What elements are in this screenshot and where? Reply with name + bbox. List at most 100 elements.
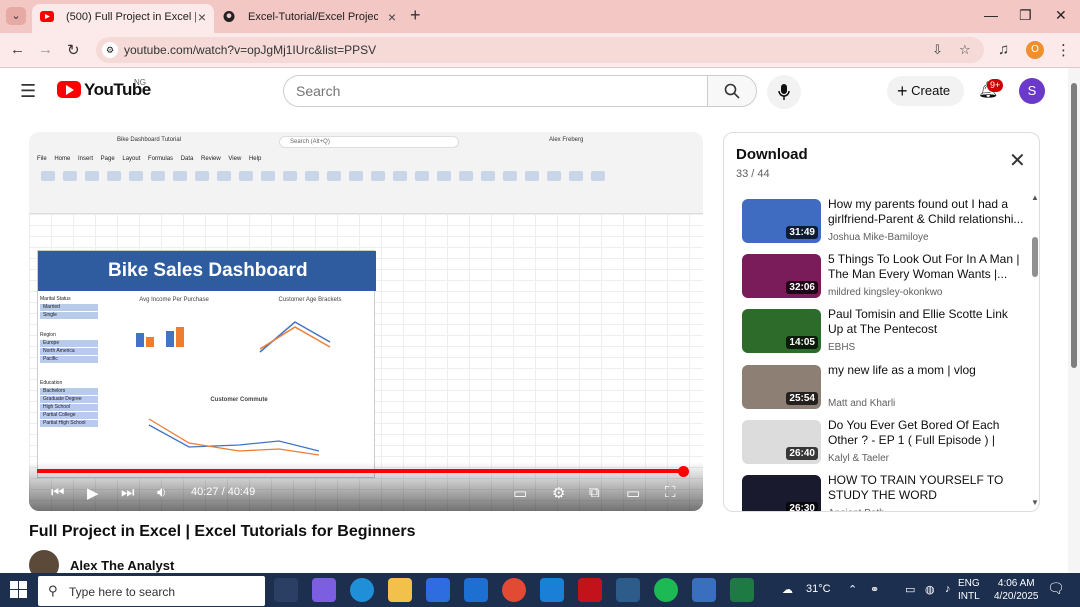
video-thumbnail[interactable]: 32:06: [742, 254, 821, 298]
playlist-item[interactable]: 14:05 Paul Tomisin and Ellie Scotte Link …: [742, 307, 1024, 359]
close-window-icon[interactable]: ✕: [1055, 7, 1067, 24]
clock-date: 4/20/2025: [994, 591, 1039, 602]
previous-icon[interactable]: ⏮︎: [51, 484, 65, 501]
playlist-item-channel[interactable]: Joshua Mike-Bamiloye: [828, 232, 929, 243]
playlist-scrollbar[interactable]: ▲ ▼: [1031, 193, 1039, 508]
netflix-icon[interactable]: [578, 578, 602, 602]
playlist-item-title[interactable]: HOW TO TRAIN YOURSELF TO STUDY THE WORD …: [828, 473, 1024, 503]
create-button[interactable]: + Create: [887, 76, 964, 106]
channel-name[interactable]: Alex The Analyst: [70, 558, 174, 573]
playlist-title[interactable]: Download: [736, 146, 808, 163]
speaker-icon[interactable]: ♪: [945, 583, 951, 595]
close-tab-icon[interactable]: ×: [198, 4, 206, 30]
video-thumbnail[interactable]: 26:30: [742, 475, 821, 511]
playlist-item-channel[interactable]: mildred kingsley-okonkwo: [828, 287, 943, 298]
settings-gear-icon[interactable]: ⚙: [552, 484, 565, 502]
menu-icon[interactable]: ☰: [20, 81, 36, 102]
playlist-item-title[interactable]: 5 Things To Look Out For In A Man | The …: [828, 252, 1024, 282]
edge-icon[interactable]: [350, 578, 374, 602]
playlist-item[interactable]: 25:54 my new life as a mom | vlog Matt and…: [742, 363, 1024, 415]
volume-icon[interactable]: 🔉︎: [157, 484, 166, 501]
url-field[interactable]: ⚙ youtube.com/watch?v=opJgMj1IUrc&list=P…: [96, 37, 984, 63]
task-view-icon[interactable]: [274, 578, 298, 602]
battery-icon[interactable]: ▭: [905, 583, 915, 596]
video-thumbnail[interactable]: 25:54: [742, 365, 821, 409]
globe-icon[interactable]: ◍: [925, 583, 935, 596]
playlist-item-channel[interactable]: Matt and Kharli: [828, 398, 895, 409]
search-icon: ⚲: [48, 583, 58, 598]
video-thumbnail[interactable]: 26:40: [742, 420, 821, 464]
miniplayer-icon[interactable]: ⧉: [589, 484, 600, 501]
subtitles-icon[interactable]: ▭: [513, 484, 527, 502]
browser-menu-icon[interactable]: ⋮: [1056, 41, 1071, 59]
file-explorer-icon[interactable]: [388, 578, 412, 602]
account-avatar[interactable]: S: [1019, 78, 1045, 104]
outlook-icon[interactable]: [464, 578, 488, 602]
playlist-item-title[interactable]: Do You Ever Get Bored Of Each Other ? - …: [828, 418, 1024, 448]
chrome-icon[interactable]: [502, 578, 526, 602]
clock[interactable]: 4:06 AM 4/20/2025: [994, 577, 1039, 603]
tab-github[interactable]: Excel-Tutorial/Excel Project Dataset ×: [214, 4, 404, 33]
search-button[interactable]: [707, 75, 757, 107]
search-input[interactable]: [296, 76, 676, 106]
video-player[interactable]: Bike Dashboard Tutorial Search (Alt+Q) A…: [29, 132, 703, 511]
maximize-icon[interactable]: ❐: [1019, 7, 1032, 24]
bookmark-star-icon[interactable]: ☆: [959, 42, 971, 58]
play-icon[interactable]: ▶: [87, 484, 99, 502]
show-hidden-icons[interactable]: ⌃: [848, 583, 857, 596]
video-thumbnail[interactable]: 31:49: [742, 199, 821, 243]
region-code: NG: [134, 78, 146, 87]
site-info-icon[interactable]: ⚙: [102, 42, 118, 58]
page-scrollbar[interactable]: [1068, 68, 1080, 573]
video-thumbnail[interactable]: 14:05: [742, 309, 821, 353]
media-player-icon[interactable]: [692, 578, 716, 602]
store-icon[interactable]: [426, 578, 450, 602]
browser-tab-bar: ⌄ (500) Full Project in Excel | Excel Tu…: [0, 0, 1080, 33]
playlist-item[interactable]: 26:30 HOW TO TRAIN YOURSELF TO STUDY THE …: [742, 473, 1024, 511]
clock-time: 4:06 AM: [997, 578, 1035, 589]
fullscreen-icon[interactable]: ⛶: [665, 484, 676, 501]
excel-icon[interactable]: [730, 578, 754, 602]
new-tab-icon[interactable]: +: [410, 5, 421, 26]
age-brackets-chart: Customer Age Brackets: [248, 297, 372, 377]
taskbar-search[interactable]: ⚲ Type here to search: [38, 576, 265, 606]
search-box: [283, 75, 708, 107]
close-tab-icon[interactable]: ×: [388, 4, 396, 30]
install-app-icon[interactable]: ⇩: [932, 42, 943, 58]
tab-title: Excel-Tutorial/Excel Project Dataset: [248, 11, 378, 23]
avg-income-chart: Avg Income Per Purchase: [106, 297, 242, 377]
browser-profile-avatar[interactable]: O: [1026, 41, 1044, 59]
youtube-logo[interactable]: YouTube NG: [57, 78, 157, 103]
progress-bar[interactable]: [37, 469, 684, 473]
spotify-icon[interactable]: [654, 578, 678, 602]
playlist-item-title[interactable]: How my parents found out I had a girlfri…: [828, 197, 1024, 227]
copilot-icon[interactable]: [312, 578, 336, 602]
weather-icon[interactable]: ☁: [782, 583, 793, 596]
forward-icon[interactable]: →: [38, 41, 53, 58]
language-indicator[interactable]: ENG INTL: [958, 577, 980, 603]
notification-center-icon[interactable]: 🗨︎: [1047, 580, 1065, 597]
windows-start-icon[interactable]: [10, 581, 27, 598]
mail-icon[interactable]: [540, 578, 564, 602]
tab-search-button[interactable]: ⌄: [6, 7, 26, 25]
game-app-icon[interactable]: [616, 578, 640, 602]
network-icon[interactable]: ⚭: [870, 583, 879, 596]
playlist-item-channel[interactable]: Ancient Path: [828, 508, 885, 511]
playlist-item[interactable]: 31:49 How my parents found out I had a gi…: [742, 197, 1024, 249]
voice-search-button[interactable]: [767, 75, 801, 109]
weather-temp[interactable]: 31°C: [806, 583, 831, 595]
next-icon[interactable]: ⏭︎: [121, 484, 135, 501]
playlist-item-channel[interactable]: Kalyl & Taeler: [828, 453, 889, 464]
playlist-item[interactable]: 26:40 Do You Ever Get Bored Of Each Other…: [742, 418, 1024, 470]
close-playlist-icon[interactable]: ✕: [1009, 151, 1026, 171]
media-control-icon[interactable]: ♫: [998, 41, 1009, 58]
theater-mode-icon[interactable]: ▭: [626, 484, 640, 502]
playlist-item[interactable]: 32:06 5 Things To Look Out For In A Man |…: [742, 252, 1024, 304]
minimize-icon[interactable]: —: [984, 7, 998, 23]
playlist-item-title[interactable]: Paul Tomisin and Ellie Scotte Link Up at…: [828, 307, 1024, 337]
back-icon[interactable]: ←: [10, 41, 25, 58]
reload-icon[interactable]: ↻: [67, 41, 80, 59]
playlist-item-channel[interactable]: EBHS: [828, 342, 855, 353]
tab-youtube[interactable]: (500) Full Project in Excel | Excel Tuto…: [32, 4, 214, 33]
playlist-item-title[interactable]: my new life as a mom | vlog: [828, 363, 1024, 378]
